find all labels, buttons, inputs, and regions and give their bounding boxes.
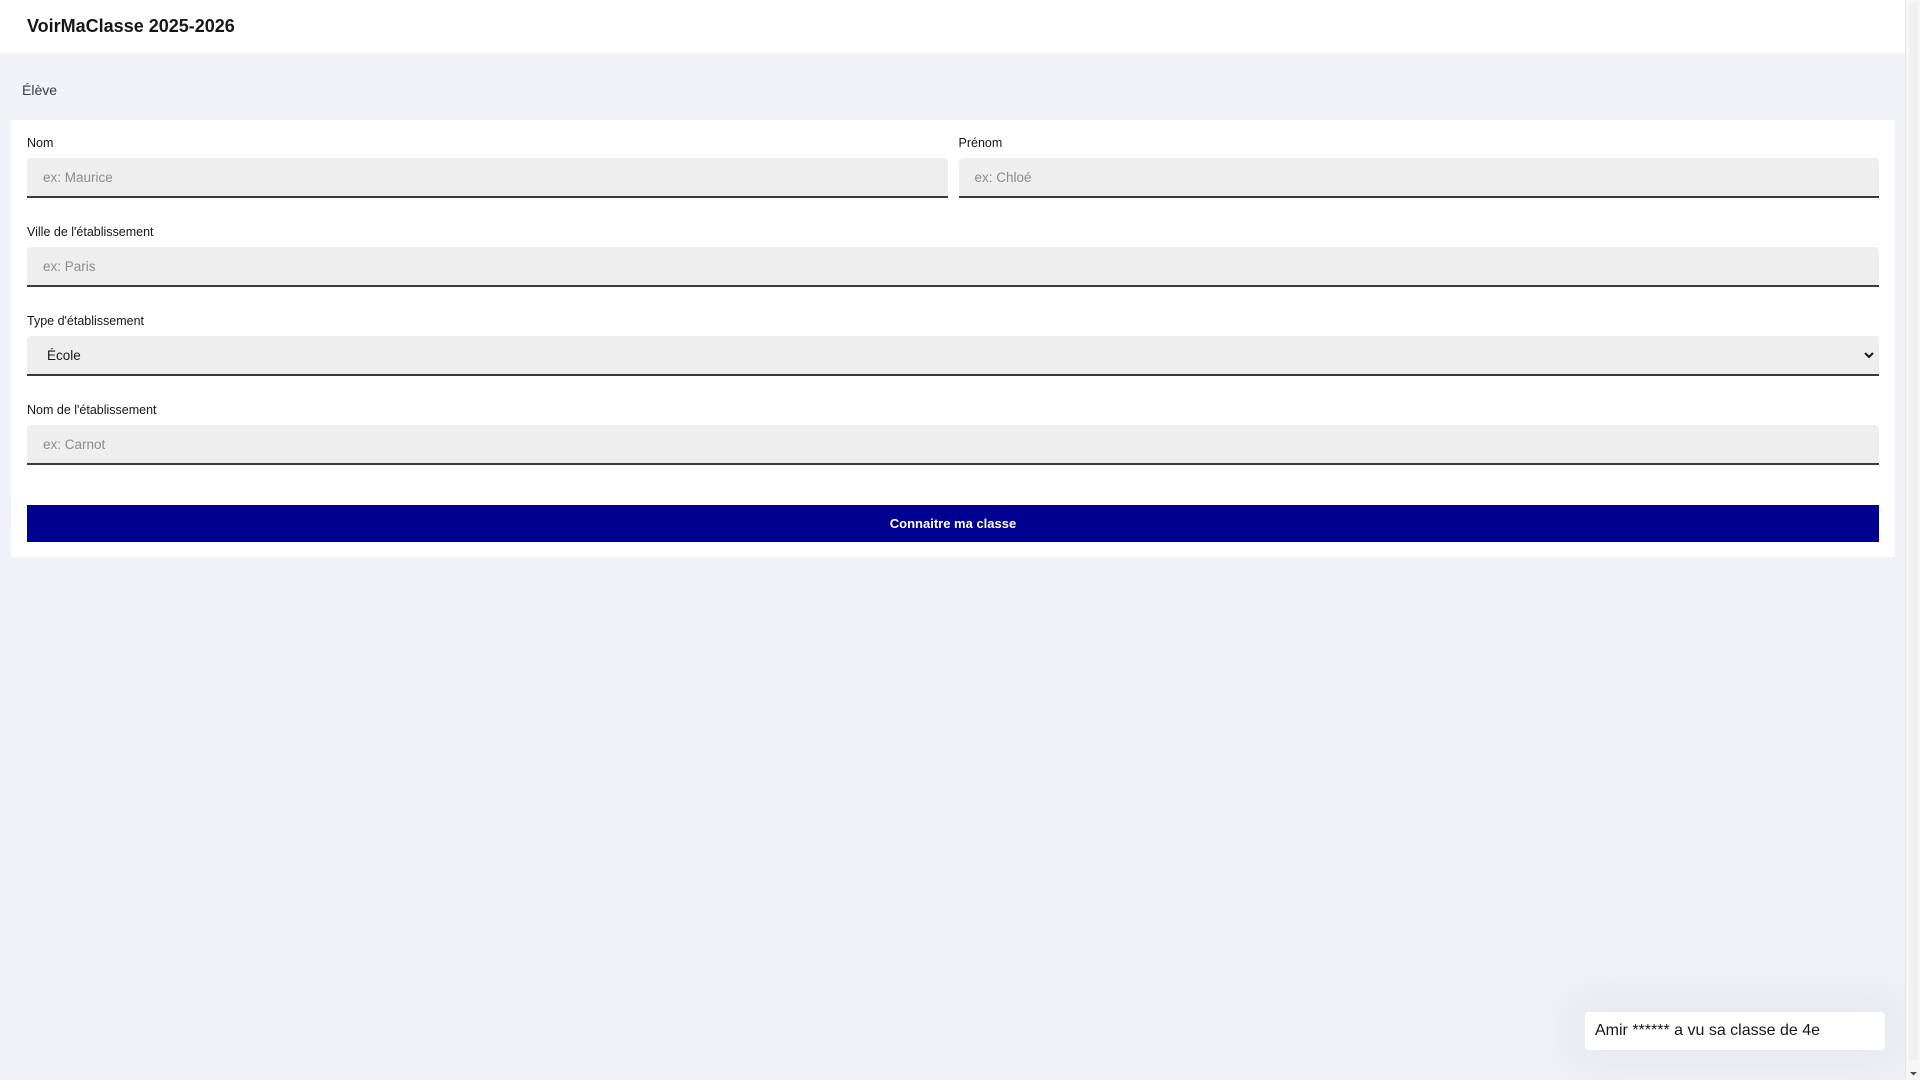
scroll-down-arrow-icon[interactable] (1909, 1069, 1918, 1078)
top-header: VoirMaClasse 2025-2026 (0, 0, 1905, 53)
type-select[interactable]: École (27, 336, 1879, 376)
app-title: VoirMaClasse 2025-2026 (27, 16, 235, 36)
type-label: Type d'établissement (27, 314, 145, 328)
student-form: Nom Prénom Ville de l'établissement Type… (11, 120, 1895, 557)
page-scrollbar[interactable] (1905, 0, 1920, 1080)
submit-button[interactable]: Connaitre ma classe (27, 505, 1879, 542)
toast-text: Amir ****** a vu sa classe de 4e (1595, 1022, 1820, 1039)
type-select-wrapper: École (27, 336, 1879, 376)
prenom-label: Prénom (958, 136, 1003, 150)
submit-wrapper: Connaitre ma classe (27, 505, 1879, 542)
page: VoirMaClasse 2025-2026 Élève Nom Prénom … (0, 0, 1920, 1080)
activity-toast: Amir ****** a vu sa classe de 4e (1585, 1012, 1885, 1050)
scrollbar-thumb[interactable] (1909, 2, 1918, 1060)
etablissement-field: Nom de l'établissement (27, 403, 1879, 465)
ville-label: Ville de l'établissement (27, 225, 154, 239)
prenom-field: Prénom (958, 136, 1879, 198)
etablissement-label: Nom de l'établissement (27, 403, 157, 417)
nom-label: Nom (27, 136, 54, 150)
section-title: Élève (22, 82, 58, 98)
etablissement-input[interactable] (27, 425, 1879, 465)
prenom-input[interactable] (958, 158, 1879, 198)
nom-input[interactable] (27, 158, 948, 198)
type-field: Type d'établissement École (27, 314, 1879, 376)
ville-input[interactable] (27, 247, 1879, 287)
main-content: VoirMaClasse 2025-2026 Élève Nom Prénom … (0, 0, 1905, 1080)
name-row: Nom Prénom (27, 136, 1879, 198)
nom-field: Nom (27, 136, 948, 198)
ville-field: Ville de l'établissement (27, 225, 1879, 287)
